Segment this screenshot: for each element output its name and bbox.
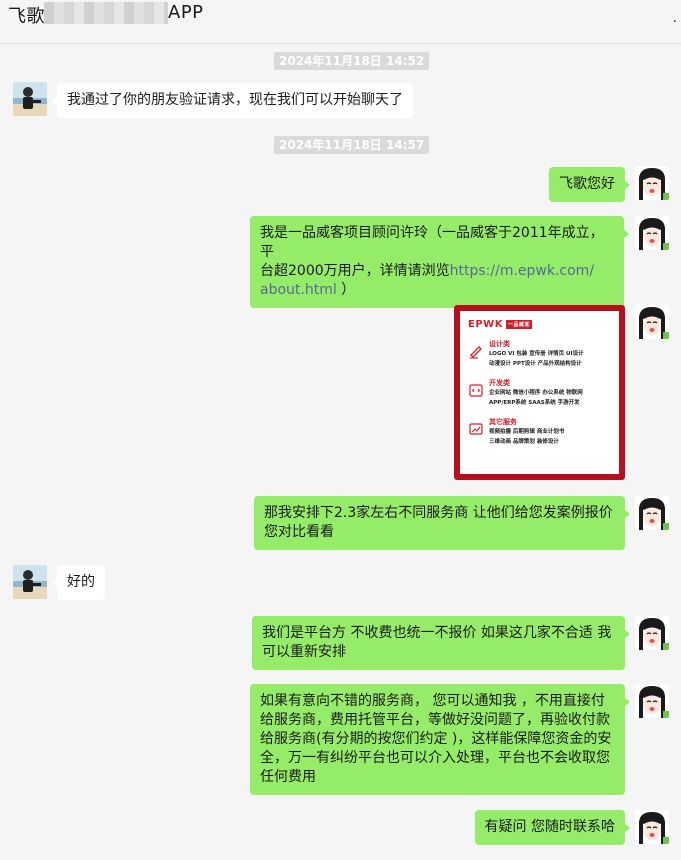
cartoon-face-icon: [635, 496, 669, 530]
card-section-line: 企业网站 微信小程序 办公系统 物联网: [489, 390, 583, 396]
menu-tick-icon: ': [581, 0, 585, 8]
epwk-logo-text: EPWK: [468, 319, 503, 330]
contact-photo-icon: [13, 565, 47, 599]
redacted-name-block: [44, 2, 168, 24]
message-text: 飞歌您好: [559, 176, 615, 192]
timestamp: 2024年11月18日 14:57: [274, 136, 430, 154]
card-section-line: APP/ERP系统 SAAS系统 手游开发: [489, 400, 580, 406]
outgoing-message[interactable]: 那我安排下2.3家左右不同服务商 让他们给您发案例报价 您对比看看: [254, 496, 630, 550]
message-line: 我是一品威客项目顾问许玲（一品威客于2011年成立，平: [260, 225, 604, 260]
my-avatar[interactable]: [635, 810, 669, 844]
epwk-logo-badge: 一品威客: [505, 320, 532, 329]
outgoing-message[interactable]: 飞歌您好: [549, 167, 630, 202]
contact-avatar[interactable]: [13, 82, 47, 116]
outgoing-message[interactable]: 如果有意向不错的服务商， 您可以通知我 ，不用直接付 给服务商，费用托管平台，等…: [250, 684, 630, 795]
cartoon-face-icon: [635, 684, 669, 718]
card-section-heading: 其它服务: [489, 418, 517, 426]
message-text: 好的: [67, 574, 95, 590]
message-link[interactable]: https://m.epwk.com/: [450, 263, 594, 279]
cartoon-face-icon: [635, 810, 669, 844]
incoming-message[interactable]: 我通过了你的朋友验证请求，现在我们可以开始聊天了: [52, 83, 413, 118]
outgoing-message[interactable]: 我是一品威客项目顾问许玲（一品威客于2011年成立，平 台超2000万用户，详情…: [250, 216, 629, 308]
outgoing-message[interactable]: 我们是平台方 不收费也统一不报价 如果这几家不合适 我 可以重新安排: [252, 616, 630, 670]
message-line: 全，万一有纠纷平台也可以介入处理，平台也不会收取您: [260, 750, 610, 766]
card-section-heading: 设计类: [489, 340, 510, 348]
message-line: 可以重新安排: [262, 644, 346, 660]
card-content: EPWK 一品威客 设计类 LOGO VI 包装 宣传册 详情页 UI设计 动漫…: [460, 311, 619, 474]
more-menu-icon[interactable]: .: [673, 10, 677, 26]
cartoon-face-icon: [635, 305, 669, 339]
incoming-message[interactable]: 好的: [52, 565, 105, 600]
cartoon-face-icon: [635, 166, 669, 200]
message-line: about.html ）: [260, 282, 356, 298]
message-line: 给服务商(有分期的按您们约定 )，这样能保障您资金的安: [260, 731, 612, 747]
card-section-design: 设计类 LOGO VI 包装 宣传册 详情页 UI设计 动漫设计 PPT设计 产…: [468, 340, 613, 369]
message-line: 那我安排下2.3家左右不同服务商 让他们给您发案例报价: [264, 505, 613, 521]
outgoing-message[interactable]: 有疑问 您随时联系哈: [474, 810, 631, 845]
contact-avatar[interactable]: [13, 565, 47, 599]
my-avatar[interactable]: [635, 305, 669, 339]
card-section-line: LOGO VI 包装 宣传册 详情页 UI设计: [489, 351, 584, 357]
code-icon: [468, 382, 484, 398]
image-message-card[interactable]: EPWK 一品威客 设计类 LOGO VI 包装 宣传册 详情页 UI设计 动漫…: [454, 305, 625, 480]
card-section-line: 视频拍摄 后期剪辑 商业计划书: [489, 429, 565, 435]
my-avatar[interactable]: [635, 496, 669, 530]
cartoon-face-icon: [635, 616, 669, 650]
card-section-other: 其它服务 视频拍摄 后期剪辑 商业计划书 三维动画 品牌策划 装修设计: [468, 418, 613, 447]
message-line: 我们是平台方 不收费也统一不报价 如果这几家不合适 我: [262, 625, 612, 641]
message-line: 如果有意向不错的服务商， 您可以通知我 ，不用直接付: [260, 693, 605, 709]
chart-icon: [468, 421, 484, 437]
cartoon-face-icon: [635, 216, 669, 250]
message-line: 您对比看看: [264, 524, 334, 540]
chat-title-left: 飞歌: [8, 6, 45, 27]
my-avatar[interactable]: [635, 684, 669, 718]
card-section-line: 三维动画 品牌策划 装修设计: [489, 439, 559, 445]
card-logo: EPWK 一品威客: [468, 319, 613, 330]
my-avatar[interactable]: [635, 216, 669, 250]
pen-icon: [468, 343, 484, 359]
my-avatar[interactable]: [635, 166, 669, 200]
chat-title-bar: 飞歌 APP ' .: [0, 0, 681, 44]
message-line: 任何费用: [260, 769, 316, 785]
message-link-cont[interactable]: about.html: [260, 282, 337, 298]
message-line: 台超2000万用户，详情请浏览https://m.epwk.com/: [260, 263, 595, 279]
my-avatar[interactable]: [635, 616, 669, 650]
card-section-dev: 开发类 企业网站 微信小程序 办公系统 物联网 APP/ERP系统 SAAS系统…: [468, 379, 613, 408]
message-line: 给服务商，费用托管平台，等做好没问题了，再验收付款: [260, 712, 610, 728]
message-text: 我通过了你的朋友验证请求，现在我们可以开始聊天了: [67, 92, 403, 108]
timestamp: 2024年11月18日 14:52: [274, 52, 430, 70]
card-section-line: 动漫设计 PPT设计 产品外观结构设计: [489, 361, 582, 367]
card-section-heading: 开发类: [489, 379, 510, 387]
contact-photo-icon: [13, 82, 47, 116]
chat-title-right: APP: [168, 2, 204, 23]
message-text: 有疑问 您随时联系哈: [484, 819, 615, 835]
